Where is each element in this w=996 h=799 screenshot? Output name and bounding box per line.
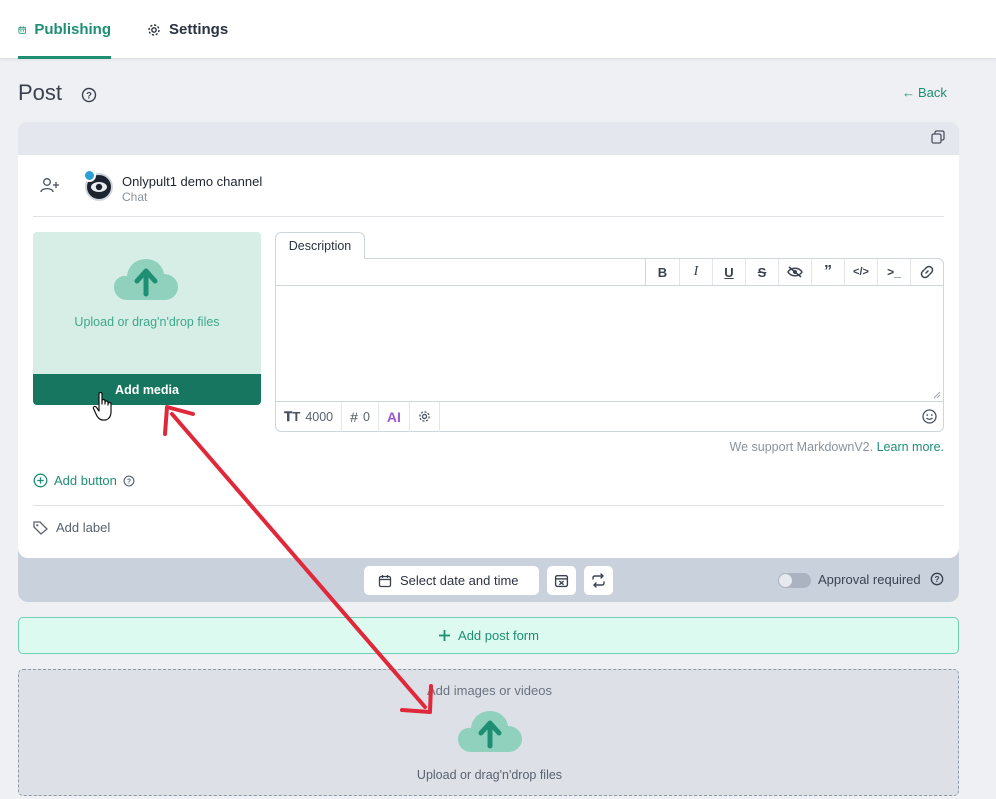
divider — [33, 505, 944, 506]
code-icon: </> — [853, 266, 869, 278]
spoiler-button[interactable] — [778, 259, 811, 285]
strikethrough-icon: S — [757, 264, 767, 280]
gear-icon — [419, 411, 430, 422]
clear-date-button[interactable] — [547, 566, 576, 595]
arrow-left-icon: ← — [902, 85, 915, 100]
cloud-upload-icon — [458, 711, 522, 752]
emoji-icon[interactable] — [922, 409, 937, 424]
calendar-icon — [18, 25, 26, 34]
gear-icon — [148, 23, 160, 36]
help-icon[interactable]: ? — [81, 87, 97, 103]
channel-name: Onlypult1 demo channel — [122, 174, 263, 189]
text-size-icon: 𝐓T — [284, 408, 301, 424]
back-label: Back — [918, 85, 947, 100]
add-button-link[interactable]: Add button ? — [33, 473, 135, 488]
copy-icon[interactable] — [931, 130, 945, 144]
add-media-button[interactable]: Add media — [33, 374, 261, 405]
char-limit: 4000 — [305, 409, 334, 424]
tab-settings[interactable]: Settings — [147, 0, 228, 59]
svg-text:?: ? — [127, 477, 131, 485]
cloud-upload-icon — [114, 259, 178, 300]
post-card-body: Onlypult1 demo channel Chat Upload or dr… — [18, 155, 959, 558]
media-dropzone[interactable]: Add images or videos Upload or drag'n'dr… — [18, 669, 959, 796]
format-toolbar: B I U S ” </> >_ — [276, 259, 943, 286]
plus-icon — [439, 630, 451, 641]
code-block-button[interactable]: >_ — [877, 259, 910, 285]
calendar-x-icon — [554, 574, 569, 588]
add-post-form-button[interactable]: Add post form — [18, 617, 959, 654]
dropzone-text: Upload or drag'n'drop files — [416, 768, 563, 782]
media-upload-box[interactable]: Upload or drag'n'drop files Add media — [33, 232, 261, 405]
link-icon — [920, 265, 934, 279]
help-icon[interactable]: ? — [123, 475, 135, 487]
bold-button[interactable]: B — [646, 259, 679, 285]
svg-text:?: ? — [934, 574, 939, 584]
repeat-button[interactable] — [584, 566, 613, 595]
post-card: Onlypult1 demo channel Chat Upload or dr… — [18, 122, 959, 602]
learn-more-link[interactable]: Learn more. — [877, 440, 944, 454]
description-editor: B I U S ” </> >_ 𝐓T 4000 # 0 AI — [275, 258, 944, 432]
hashtag-counter: # 0 — [342, 401, 379, 432]
post-card-header — [18, 122, 959, 155]
channel-type: Chat — [122, 190, 148, 204]
ai-button[interactable]: AI — [379, 401, 410, 432]
hashtag-count: 0 — [362, 409, 370, 424]
hand-cursor-icon — [92, 392, 112, 421]
eye-off-icon — [787, 266, 803, 278]
plus-circle-icon — [33, 473, 48, 488]
resize-grip-icon[interactable] — [933, 391, 941, 399]
approval-label: Approval required — [818, 572, 921, 587]
calendar-icon — [378, 574, 392, 587]
add-user-icon[interactable] — [40, 177, 60, 193]
channel-avatar — [83, 169, 113, 201]
char-counter: 𝐓T 4000 — [276, 401, 343, 432]
divider — [33, 216, 944, 217]
svg-text:?: ? — [86, 91, 92, 102]
tab-publishing-label: Publishing — [34, 21, 111, 38]
telegram-badge-icon — [83, 169, 96, 182]
markdown-note-text: We support MarkdownV2. — [729, 440, 874, 454]
add-button-label: Add button — [54, 473, 117, 488]
tag-icon — [33, 520, 48, 535]
underline-icon: U — [724, 264, 734, 280]
terminal-icon: >_ — [887, 265, 901, 279]
page-title: Post — [18, 80, 63, 105]
approval-toggle[interactable] — [778, 573, 811, 588]
underline-button[interactable]: U — [712, 259, 745, 285]
quote-icon: ” — [824, 263, 832, 280]
top-nav: Publishing Settings — [0, 0, 996, 59]
add-label-link[interactable]: Add label — [33, 520, 110, 535]
eye-icon — [91, 182, 107, 192]
italic-icon: I — [693, 264, 699, 279]
strikethrough-button[interactable]: S — [745, 259, 778, 285]
editor-footer: 𝐓T 4000 # 0 AI — [276, 401, 943, 432]
description-textarea[interactable] — [276, 286, 943, 401]
quote-button[interactable]: ” — [811, 259, 844, 285]
tab-publishing[interactable]: Publishing — [18, 0, 111, 59]
markdown-note: We support MarkdownV2. Learn more. — [730, 440, 944, 454]
back-link[interactable]: ← Back — [902, 85, 947, 100]
add-post-form-label: Add post form — [458, 628, 539, 643]
editor-settings-button[interactable] — [410, 401, 440, 432]
tab-description[interactable]: Description — [275, 232, 365, 259]
select-date-label: Select date and time — [400, 573, 519, 588]
help-icon[interactable]: ? — [930, 572, 944, 586]
add-label-text: Add label — [56, 520, 111, 535]
code-button[interactable]: </> — [844, 259, 877, 285]
ai-label: AI — [386, 408, 401, 425]
upload-text: Upload or drag'n'drop files — [74, 315, 220, 329]
select-date-button[interactable]: Select date and time — [364, 566, 539, 595]
bold-icon: B — [657, 264, 668, 280]
tab-settings-label: Settings — [169, 21, 229, 38]
italic-button[interactable]: I — [679, 259, 712, 285]
repeat-icon — [592, 573, 605, 588]
hashtag-icon: # — [350, 408, 358, 425]
link-button[interactable] — [910, 259, 943, 285]
dropzone-title: Add images or videos — [426, 683, 552, 698]
